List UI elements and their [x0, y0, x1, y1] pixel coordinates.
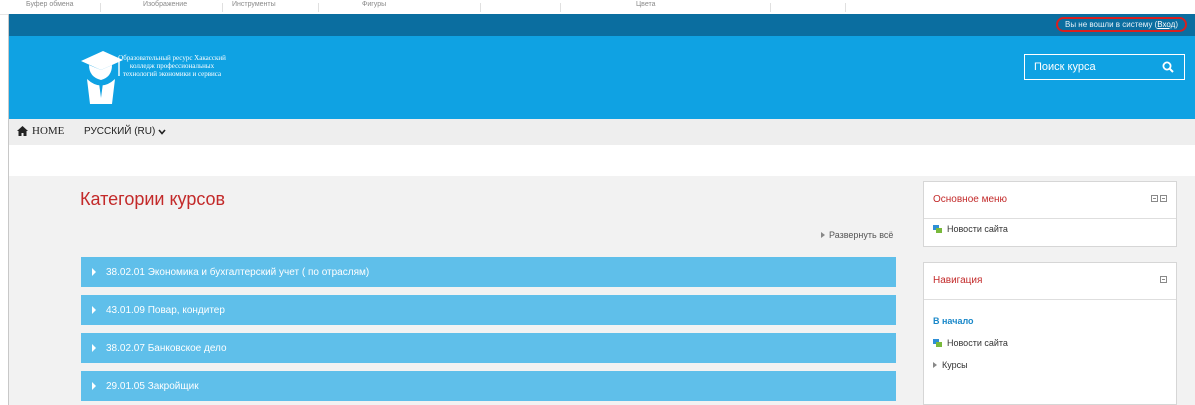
language-menu[interactable]: РУССКИЙ (RU) [84, 126, 166, 137]
block-controls [1160, 276, 1167, 283]
ribbon-separator [845, 3, 846, 12]
caret-right-icon [92, 268, 96, 276]
nav-item-label: Новости сайта [947, 338, 1008, 348]
login-status-text: Вы не вошли в систему ( [1064, 20, 1158, 29]
collapse-icon[interactable] [1151, 195, 1158, 202]
ribbon-separator [100, 3, 101, 12]
block-controls [1151, 195, 1167, 202]
category-item[interactable]: 38.02.07 Банковское дело [81, 333, 896, 363]
page-title: Категории курсов [80, 189, 226, 209]
ribbon-group-label: Цвета [636, 1, 656, 8]
login-status-close: ) [1175, 20, 1178, 29]
browser-page: Вы не вошли в систему (Вход) Образовател… [8, 14, 1195, 405]
nav-home-label: HOME [32, 125, 65, 137]
category-item[interactable]: 29.01.05 Закройщик [81, 371, 896, 401]
logo-text: Образовательный ресурс Хакасский колледж… [118, 54, 226, 78]
nav-home-item[interactable]: В начало [933, 316, 974, 326]
ribbon-separator [770, 3, 771, 12]
nav-item-courses[interactable]: Курсы [933, 360, 968, 370]
news-icon [933, 339, 942, 347]
ribbon-group-label: Инструменты [232, 1, 276, 8]
dock-icon[interactable] [1160, 195, 1167, 202]
search-button[interactable] [1152, 55, 1184, 79]
main-navbar: HOME РУССКИЙ (RU) [9, 119, 1195, 145]
main-menu-block: Основное меню Новости сайта [923, 181, 1177, 247]
category-label: 43.01.09 Повар, кондитер [106, 304, 225, 316]
navigation-block: Навигация В начало Новости сайта Курсы [923, 262, 1177, 405]
expand-arrow-icon [821, 232, 825, 238]
category-label: 38.02.01 Экономика и бухгалтерский учет … [106, 266, 370, 278]
ribbon-separator [222, 3, 223, 12]
home-icon [17, 126, 28, 136]
ribbon-group-label: Фигуры [362, 1, 387, 8]
course-search [1024, 54, 1185, 80]
caret-right-icon [92, 382, 96, 390]
expand-all-label: Развернуть всё [829, 230, 894, 240]
login-link[interactable]: Вход [1157, 20, 1175, 29]
page-header-strip [9, 145, 1195, 176]
block-header: Навигация [924, 263, 1176, 300]
news-icon [933, 225, 942, 233]
chevron-down-icon [158, 128, 166, 135]
top-bar: Вы не вошли в систему (Вход) [9, 14, 1195, 36]
nav-home-link[interactable]: HOME [17, 125, 64, 137]
login-info: Вы не вошли в систему (Вход) [1055, 17, 1187, 32]
ribbon-group-label: Буфер обмена [26, 1, 74, 8]
category-item[interactable]: 38.02.01 Экономика и бухгалтерский учет … [81, 257, 896, 287]
caret-right-icon [92, 306, 96, 314]
ribbon-separator [318, 3, 319, 12]
collapse-icon[interactable] [1160, 276, 1167, 283]
block-header: Основное меню [924, 182, 1176, 219]
search-input[interactable] [1025, 55, 1149, 79]
nav-item-news[interactable]: Новости сайта [933, 338, 1008, 348]
language-label: РУССКИЙ (RU) [84, 126, 156, 137]
category-label: 38.02.07 Банковское дело [106, 342, 227, 354]
app-ribbon: Буфер обмена Изображение Инструменты Фиг… [0, 0, 1195, 15]
caret-right-icon [933, 362, 937, 368]
ribbon-separator [560, 3, 561, 12]
block-title: Основное меню [933, 194, 1008, 205]
ribbon-separator [480, 3, 481, 12]
search-icon [1162, 61, 1174, 73]
block-title: Навигация [933, 275, 983, 286]
menu-item-label: Новости сайта [947, 224, 1008, 234]
site-header: Образовательный ресурс Хакасский колледж… [9, 36, 1195, 119]
expand-all-link[interactable]: Развернуть всё [821, 230, 893, 240]
category-item[interactable]: 43.01.09 Повар, кондитер [81, 295, 896, 325]
caret-right-icon [92, 344, 96, 352]
nav-item-label: Курсы [942, 360, 968, 370]
ribbon-group-label: Изображение [143, 1, 188, 8]
menu-item-news[interactable]: Новости сайта [933, 224, 1008, 234]
category-label: 29.01.05 Закройщик [106, 380, 199, 392]
